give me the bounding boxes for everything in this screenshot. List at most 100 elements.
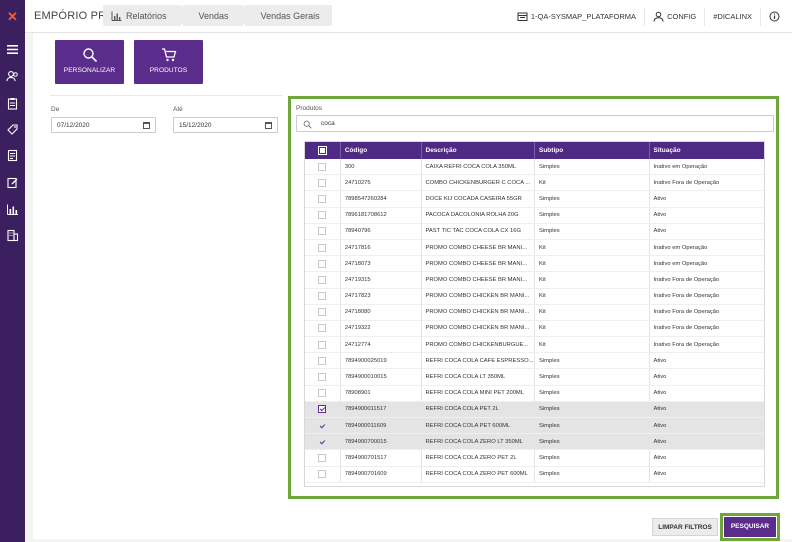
checkbox[interactable] bbox=[318, 340, 327, 349]
table-row[interactable]: 78940796 PAST TIC TAC COCA COLA CX 16G Sim… bbox=[305, 223, 764, 240]
table-row[interactable]: 24718080 PROMO COMBO CHICKEN BR MANI... Ki… bbox=[305, 304, 764, 321]
row-select[interactable] bbox=[305, 418, 341, 434]
select-all-checkbox[interactable] bbox=[305, 142, 341, 159]
checkbox[interactable] bbox=[318, 324, 327, 333]
table-row[interactable]: 24717816 PROMO COMBO CHEESE BR MANI... Kit… bbox=[305, 239, 764, 257]
table-row[interactable]: 24718073 PROMO COMBO CHEESE BR MANI... Kit… bbox=[305, 256, 764, 273]
calendar-icon[interactable] bbox=[143, 122, 150, 129]
breadcrumb-item-general-sales[interactable]: Vendas Gerais bbox=[244, 5, 332, 26]
cell-status: Ativo bbox=[653, 374, 667, 381]
table-row[interactable]: 7894900701517 REFRI COCA COLA ZERO PET 2L… bbox=[305, 450, 764, 467]
bar-chart-icon[interactable] bbox=[5, 202, 20, 217]
table-row[interactable]: 7898547260284 DOCE KIJ COCADA CASEIRA 55G… bbox=[305, 191, 764, 208]
checkbox[interactable] bbox=[318, 178, 327, 187]
row-select[interactable] bbox=[305, 239, 341, 256]
table-row[interactable]: 24719315 PROMO COMBO CHEESE BR MANI... Kit… bbox=[305, 272, 764, 289]
row-select[interactable] bbox=[305, 223, 341, 239]
products-button[interactable]: PRODUTOS bbox=[134, 40, 203, 84]
table-row[interactable]: 7894900700015 REFRI COCA COLA ZERO LT 350… bbox=[305, 434, 764, 451]
table-row[interactable]: 7894900011609 REFRI COCA COLA PET 600ML Si… bbox=[305, 418, 764, 435]
checkbox[interactable] bbox=[318, 405, 327, 414]
personalize-button[interactable]: PERSONALIZAR bbox=[55, 40, 124, 84]
checkbox[interactable] bbox=[318, 227, 327, 236]
row-select[interactable] bbox=[305, 337, 341, 353]
checkbox[interactable] bbox=[318, 470, 327, 479]
config-button[interactable]: CONFIG bbox=[644, 7, 704, 26]
checkbox[interactable] bbox=[318, 438, 326, 446]
help-button[interactable] bbox=[760, 7, 792, 26]
row-select[interactable] bbox=[305, 369, 341, 385]
checkbox[interactable] bbox=[318, 389, 327, 398]
to-date-field[interactable]: 15/12/2020 bbox=[173, 117, 278, 133]
column-status[interactable]: Situação bbox=[650, 142, 765, 159]
column-description[interactable]: Descrição bbox=[422, 142, 535, 159]
breadcrumb-item-reports[interactable]: Relatórios bbox=[103, 5, 189, 26]
row-select[interactable] bbox=[305, 450, 341, 466]
checkbox[interactable] bbox=[318, 259, 327, 268]
checkbox[interactable] bbox=[318, 194, 327, 203]
row-select[interactable] bbox=[305, 207, 341, 223]
row-select[interactable] bbox=[305, 304, 341, 320]
table-row[interactable]: 7894900010015 REFRI COCA COLA LT 350ML Sim… bbox=[305, 369, 764, 386]
checkbox[interactable] bbox=[318, 243, 327, 252]
checkbox[interactable] bbox=[318, 356, 327, 365]
row-select[interactable] bbox=[305, 466, 341, 482]
row-select[interactable] bbox=[305, 288, 341, 304]
table-row[interactable]: 7894900025019 REFRI COCA COLA CAFE ESPRES… bbox=[305, 353, 764, 370]
table-row[interactable]: 24717823 PROMO COMBO CHICKEN BR MANI... Ki… bbox=[305, 288, 764, 305]
checkbox[interactable] bbox=[318, 308, 327, 317]
cell-subtype: Simples bbox=[535, 353, 650, 369]
search-button[interactable]: PESQUISAR bbox=[724, 517, 776, 537]
menu-icon[interactable] bbox=[5, 42, 20, 57]
row-select[interactable] bbox=[305, 175, 341, 191]
clipboard-icon[interactable] bbox=[5, 96, 20, 111]
breadcrumb-item-sales[interactable]: Vendas bbox=[182, 5, 251, 26]
clear-filters-button[interactable]: LIMPAR FILTROS bbox=[652, 518, 718, 536]
building-icon[interactable] bbox=[5, 228, 20, 243]
checkbox[interactable] bbox=[318, 162, 327, 171]
row-select[interactable] bbox=[305, 256, 341, 272]
row-select[interactable] bbox=[305, 401, 341, 417]
row-select[interactable] bbox=[305, 191, 341, 207]
table-row[interactable]: 300 CAIXA REFRI COCA COLA 350ML Simples Ina… bbox=[305, 159, 764, 176]
document-icon[interactable] bbox=[5, 148, 20, 163]
column-subtype[interactable]: Subtipo bbox=[535, 142, 650, 159]
table-row[interactable]: 78908901 REFRI COCA COLA MINI PET 200ML Si… bbox=[305, 385, 764, 402]
checkbox[interactable] bbox=[318, 211, 327, 220]
table-row[interactable]: 7896181708612 PACOCA DACOLONIA ROLHA 20G S… bbox=[305, 207, 764, 224]
logo-icon[interactable]: ✕ bbox=[6, 10, 19, 23]
edit-icon[interactable] bbox=[5, 175, 20, 190]
checkbox[interactable] bbox=[318, 275, 327, 284]
row-select[interactable] bbox=[305, 272, 341, 288]
table-row[interactable]: 24719322 PROMO COMBO CHICKEN BR MANI... Ki… bbox=[305, 320, 764, 338]
cell-subtype: Kit bbox=[535, 304, 650, 320]
cell-code: 7896181708612 bbox=[341, 207, 422, 223]
table-row[interactable]: 7894900701609 REFRI COCA COLA ZERO PET 60… bbox=[305, 466, 764, 483]
checkbox[interactable] bbox=[318, 292, 327, 301]
calendar-icon[interactable] bbox=[265, 122, 272, 129]
platform-selector[interactable]: 1-QA-SYSMAP_PLATAFORMA bbox=[509, 8, 644, 26]
table-row[interactable]: 7894900011517 REFRI COCA COLA PET 2L Simpl… bbox=[305, 401, 764, 418]
checkbox[interactable] bbox=[318, 453, 327, 462]
checkbox[interactable] bbox=[317, 146, 327, 155]
row-select[interactable] bbox=[305, 434, 341, 450]
cell-status: Ativo bbox=[653, 422, 667, 429]
cell-subtype: Simples bbox=[535, 466, 650, 482]
checkbox[interactable] bbox=[318, 422, 326, 430]
cell-code: 300 bbox=[341, 159, 422, 175]
checkbox[interactable] bbox=[318, 373, 327, 382]
from-date-field[interactable]: 07/12/2020 bbox=[51, 117, 156, 133]
personalize-label: PERSONALIZAR bbox=[63, 67, 116, 74]
table-row[interactable]: 24710275 COMBO CHICKENBURGER C COCA ... Ki… bbox=[305, 175, 764, 192]
cell-code: 78908901 bbox=[341, 385, 422, 401]
row-select[interactable] bbox=[305, 159, 341, 175]
row-select[interactable] bbox=[305, 385, 341, 401]
tag-icon[interactable] bbox=[5, 122, 20, 137]
table-row[interactable]: 24712774 PROMO COMBO CHICKENBURGUE... Kit I… bbox=[305, 337, 764, 354]
tag-link[interactable]: #DICALINX bbox=[704, 7, 760, 26]
row-select[interactable] bbox=[305, 320, 341, 337]
product-search-input[interactable]: coca bbox=[296, 115, 774, 132]
column-code[interactable]: Código bbox=[341, 142, 422, 159]
users-icon[interactable] bbox=[5, 69, 20, 84]
row-select[interactable] bbox=[305, 353, 341, 369]
